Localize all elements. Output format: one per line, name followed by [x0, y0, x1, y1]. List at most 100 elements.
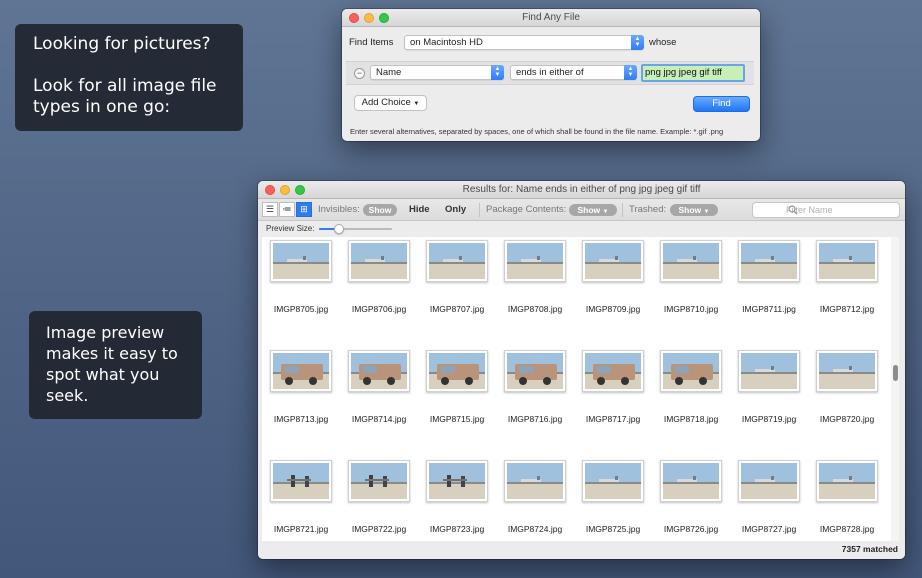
file-name-label: IMGP8725.jpg	[585, 524, 641, 534]
filter-name-input[interactable]: Filter Name	[752, 202, 900, 218]
image-thumbnail[interactable]	[660, 240, 722, 282]
hint-text: Enter several alternatives, separated by…	[350, 127, 724, 136]
image-thumbnail[interactable]	[348, 460, 410, 502]
image-thumbnail[interactable]	[426, 350, 488, 392]
image-thumbnail[interactable]	[426, 460, 488, 502]
result-item[interactable]: IMGP8717.jpg	[574, 347, 652, 453]
result-item[interactable]: IMGP8706.jpg	[340, 237, 418, 343]
result-item[interactable]: IMGP8707.jpg	[418, 237, 496, 343]
file-name-label: IMGP8727.jpg	[741, 524, 797, 534]
result-item[interactable]: IMGP8718.jpg	[652, 347, 730, 453]
image-thumbnail[interactable]	[660, 460, 722, 502]
image-thumbnail[interactable]	[270, 350, 332, 392]
file-name-label: IMGP8728.jpg	[819, 524, 875, 534]
image-thumbnail[interactable]	[504, 240, 566, 282]
results-window-title: Results for: Name ends in either of png …	[462, 184, 701, 195]
preview-size-slider[interactable]	[319, 224, 392, 234]
result-item[interactable]: IMGP8720.jpg	[808, 347, 886, 453]
file-name-label: IMGP8716.jpg	[507, 414, 563, 424]
file-name-label: IMGP8724.jpg	[507, 524, 563, 534]
image-thumbnail[interactable]	[504, 350, 566, 392]
minimize-button[interactable]	[280, 185, 290, 195]
image-thumbnail[interactable]	[660, 350, 722, 392]
outline-view-icon[interactable]: ≔	[279, 202, 295, 217]
close-button[interactable]	[349, 13, 359, 23]
image-thumbnail[interactable]	[738, 240, 800, 282]
result-item[interactable]: IMGP8711.jpg	[730, 237, 808, 343]
image-thumbnail[interactable]	[582, 240, 644, 282]
package-contents-toggle[interactable]: Show ▼	[569, 204, 617, 216]
trashed-toggle[interactable]: Show ▼	[670, 204, 718, 216]
chevron-down-icon: ▼	[413, 101, 420, 107]
file-name-label: IMGP8707.jpg	[429, 304, 485, 314]
results-window-titlebar: Results for: Name ends in either of png …	[258, 181, 905, 199]
package-contents-value: Show	[577, 205, 601, 215]
grid-view-icon[interactable]: ⊞	[296, 202, 312, 217]
result-item[interactable]: IMGP8715.jpg	[418, 347, 496, 453]
trashed-value: Show	[678, 205, 702, 215]
invisibles-show-toggle[interactable]: Show	[363, 204, 397, 216]
popup-arrows-icon: ▲ ▼	[624, 65, 637, 80]
results-window: Results for: Name ends in either of png …	[258, 181, 905, 559]
result-item[interactable]: IMGP8713.jpg	[262, 347, 340, 453]
image-thumbnail[interactable]	[816, 460, 878, 502]
invisibles-label: Invisibles:	[318, 204, 360, 215]
find-window: Find Any File Find Items on Macintosh HD…	[342, 9, 760, 141]
image-thumbnail[interactable]	[348, 350, 410, 392]
matched-count: 7357 matched	[841, 544, 898, 554]
invisibles-only-option[interactable]: Only	[445, 204, 466, 215]
preview-size-knob[interactable]	[334, 224, 345, 234]
zoom-button[interactable]	[295, 185, 305, 195]
file-name-label: IMGP8723.jpg	[429, 524, 485, 534]
add-choice-button[interactable]: Add Choice ▼	[354, 95, 427, 111]
callout-line1: Looking for pictures?	[33, 34, 211, 54]
image-thumbnail[interactable]	[738, 460, 800, 502]
result-item[interactable]: IMGP8712.jpg	[808, 237, 886, 343]
file-name-label: IMGP8721.jpg	[273, 524, 329, 534]
status-bar: 7357 matched	[258, 541, 905, 559]
result-item[interactable]: IMGP8710.jpg	[652, 237, 730, 343]
whose-label: whose	[649, 37, 677, 48]
image-thumbnail[interactable]	[816, 350, 878, 392]
image-thumbnail[interactable]	[426, 240, 488, 282]
value-field[interactable]: png jpg jpeg gif tiff	[641, 64, 745, 82]
vertical-scrollbar[interactable]	[891, 237, 899, 542]
toolbar-divider	[479, 203, 480, 217]
attribute-popup[interactable]: Name ▲ ▼	[370, 65, 504, 80]
result-item[interactable]: IMGP8709.jpg	[574, 237, 652, 343]
image-thumbnail[interactable]	[348, 240, 410, 282]
image-thumbnail[interactable]	[270, 460, 332, 502]
image-thumbnail[interactable]	[816, 240, 878, 282]
close-button[interactable]	[265, 185, 275, 195]
image-thumbnail[interactable]	[738, 350, 800, 392]
toolbar-divider	[622, 203, 623, 217]
file-name-label: IMGP8718.jpg	[663, 414, 719, 424]
result-item[interactable]: IMGP8719.jpg	[730, 347, 808, 453]
scrollbar-thumb[interactable]	[893, 365, 898, 381]
file-name-label: IMGP8710.jpg	[663, 304, 719, 314]
minimize-button[interactable]	[364, 13, 374, 23]
file-name-label: IMGP8722.jpg	[351, 524, 407, 534]
image-thumbnail[interactable]	[270, 240, 332, 282]
list-view-icon[interactable]: ☰	[262, 202, 278, 217]
image-thumbnail[interactable]	[504, 460, 566, 502]
file-name-label: IMGP8711.jpg	[742, 304, 796, 314]
trashed-label: Trashed:	[629, 204, 667, 215]
image-thumbnail[interactable]	[582, 460, 644, 502]
remove-criterion-button[interactable]: −	[354, 68, 365, 79]
result-item[interactable]: IMGP8705.jpg	[262, 237, 340, 343]
result-item[interactable]: IMGP8714.jpg	[340, 347, 418, 453]
result-item[interactable]: IMGP8716.jpg	[496, 347, 574, 453]
zoom-button[interactable]	[379, 13, 389, 23]
callout-text: Image preview makes it easy to spot what…	[46, 323, 178, 405]
file-name-label: IMGP8719.jpg	[741, 414, 797, 424]
find-button[interactable]: Find	[693, 96, 750, 112]
invisibles-hide-option[interactable]: Hide	[409, 204, 430, 215]
location-popup[interactable]: on Macintosh HD ▲ ▼	[404, 35, 644, 50]
result-item[interactable]: IMGP8708.jpg	[496, 237, 574, 343]
find-window-title: Find Any File	[522, 12, 580, 23]
preview-size-bar: Preview Size:	[258, 221, 905, 236]
image-thumbnail[interactable]	[582, 350, 644, 392]
find-window-titlebar: Find Any File	[342, 9, 760, 27]
operator-popup[interactable]: ends in either of ▲ ▼	[510, 65, 637, 80]
